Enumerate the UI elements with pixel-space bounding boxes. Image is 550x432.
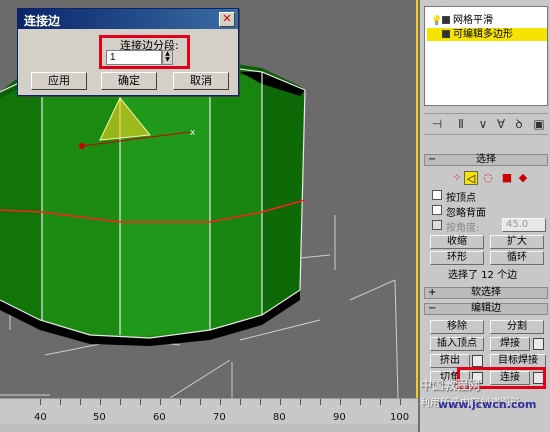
border-mode-icon[interactable]: ◌ [481,171,495,185]
ignore-backfacing-checkbox[interactable] [432,205,442,215]
remove-button[interactable]: 移除 [430,320,484,334]
svg-text:x: x [190,128,196,138]
remove-modifier-icon[interactable]: ∀ [494,117,508,131]
stack-toolbar: ⊣ Ⅱ ∨ ∀ ꝺ ▣ [424,113,548,135]
ok-button[interactable]: 确定 [101,72,157,90]
configure-icon[interactable]: ▣ [532,117,546,131]
app-window: x 连接边 ✕ 连接边分段: ▲▼ 应用 确定 取消 40 50 60 70 8… [0,0,550,432]
ruler-label-70: 70 [213,412,226,423]
angle-input[interactable]: 45.0 [502,218,546,232]
ruler-label-40: 40 [34,412,47,423]
watermark-url: www.jcwcn.com [438,398,537,411]
ring-button[interactable]: 环形 [430,251,484,265]
element-mode-icon[interactable]: ◆ [516,171,530,185]
by-angle-checkbox[interactable] [432,220,442,230]
edit-edges-rollout-header[interactable]: − 编辑边 [424,303,548,315]
dialog-close-button[interactable]: ✕ [219,12,235,27]
expand-icon[interactable] [442,16,450,24]
ignore-backfacing-label: 忽略背面 [446,208,486,219]
loop-button[interactable]: 循环 [490,251,544,265]
configure-sets-icon[interactable]: ꝺ [512,117,526,131]
split-button[interactable]: 分割 [490,320,544,334]
make-unique-icon[interactable]: ∨ [476,117,490,131]
ruler-label-100: 100 [390,412,410,423]
connect-edges-dialog: 连接边 ✕ 连接边分段: ▲▼ 应用 确定 取消 [17,8,239,96]
weld-settings-icon[interactable] [533,338,544,350]
insert-vertex-button[interactable]: 插入顶点 [430,337,484,351]
command-panel: 💡 网格平滑 可编辑多边形 ⊣ Ⅱ ∨ ∀ ꝺ ▣ − 选择 ⁘ ◁ ◌ ■ ◆ 按… [420,0,550,432]
polygon-mode-icon[interactable]: ■ [500,171,514,185]
vertex-mode-icon[interactable]: ⁘ [450,171,464,185]
expand-icon[interactable] [442,30,450,38]
by-vertex-label: 按顶点 [446,193,476,204]
dialog-title: 连接边 [18,9,238,29]
stack-item-meshsmooth[interactable]: 💡 网格平滑 [427,14,547,27]
ruler-label-60: 60 [153,412,166,423]
cancel-button[interactable]: 取消 [173,72,229,90]
by-angle-label: 按角度: [446,223,480,234]
extrude-settings-icon[interactable] [472,355,483,367]
modifier-stack: 💡 网格平滑 可编辑多边形 [424,6,548,106]
pin-stack-icon[interactable]: ⊣ [430,117,444,131]
edge-mode-icon[interactable]: ◁ [464,171,478,185]
stack-item-label: 可编辑多边形 [453,29,513,40]
segments-highlight-box [99,35,190,69]
stack-item-label: 网格平滑 [453,15,493,26]
ruler-label-50: 50 [93,412,106,423]
by-vertex-checkbox[interactable] [432,190,442,200]
ruler-label-90: 90 [333,412,346,423]
grow-button[interactable]: 扩大 [490,235,544,249]
target-weld-button[interactable]: 目标焊接 [490,354,546,368]
selection-rollout-header[interactable]: − 选择 [424,154,548,166]
extrude-button[interactable]: 挤出 [430,354,470,368]
apply-button[interactable]: 应用 [31,72,87,90]
shrink-button[interactable]: 收缩 [430,235,484,249]
weld-button[interactable]: 焊接 [490,337,530,351]
lightbulb-icon[interactable]: 💡 [431,15,442,28]
selection-status: 选择了 12 个边 [448,270,518,281]
status-bar [0,424,418,432]
ruler-label-80: 80 [273,412,286,423]
soft-selection-rollout-header[interactable]: + 软选择 [424,287,548,299]
stack-item-editable-poly[interactable]: 可编辑多边形 [427,28,547,41]
show-end-result-icon[interactable]: Ⅱ [454,117,468,131]
